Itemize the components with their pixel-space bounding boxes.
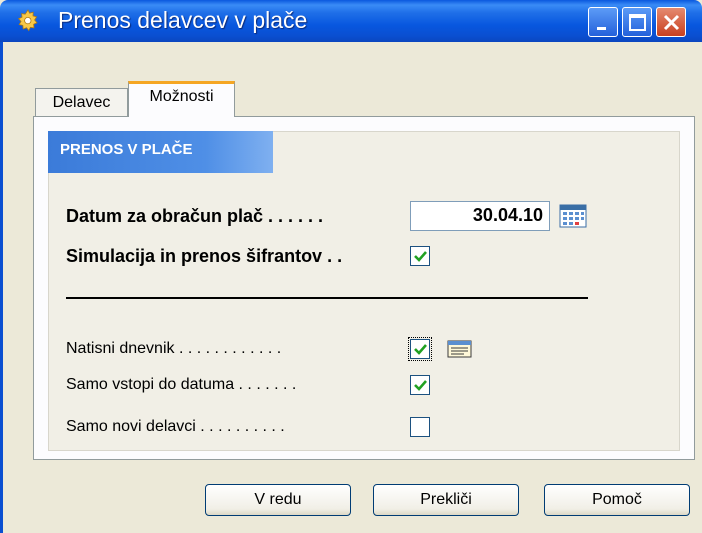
options-group: [48, 131, 680, 451]
help-button[interactable]: Pomoč: [544, 484, 690, 516]
simulation-label: Simulacija in prenos šifrantov . .: [66, 246, 343, 266]
cancel-button[interactable]: Prekliči: [373, 484, 519, 516]
tab-moznosti[interactable]: Možnosti: [128, 81, 235, 117]
date-input[interactable]: 30.04.10: [410, 201, 550, 231]
only-new-workers-label: Samo novi delavci . . . . . . . . . .: [66, 418, 285, 435]
calendar-icon[interactable]: [559, 203, 587, 229]
title-bar[interactable]: Prenos delavcev v plače: [0, 0, 702, 42]
close-icon: [663, 14, 680, 31]
simulation-checkbox[interactable]: [410, 246, 430, 266]
maximize-icon: [629, 14, 646, 31]
separator-line: [66, 297, 588, 299]
maximize-button[interactable]: [622, 7, 652, 37]
report-icon[interactable]: [446, 338, 474, 360]
window-title: Prenos delavcev v plače: [58, 7, 308, 33]
only-entries-label: Samo vstopi do datuma . . . . . . .: [66, 376, 297, 393]
only-entries-checkbox[interactable]: [410, 375, 430, 395]
close-button[interactable]: [656, 7, 686, 37]
tab-delavec[interactable]: Delavec: [35, 88, 128, 116]
checkmark-icon: [414, 251, 427, 262]
dialog-window: Prenos delavcev v plače Delavec Možnosti…: [0, 0, 702, 533]
section-header: PRENOS V PLAČE: [48, 131, 273, 173]
print-log-label: Natisni dnevnik . . . . . . . . . . . .: [66, 340, 282, 357]
date-label: Datum za obračun plač . . . . . .: [66, 206, 324, 226]
checkmark-icon: [414, 380, 427, 391]
minimize-button[interactable]: [588, 7, 618, 37]
checkmark-icon: [414, 344, 427, 355]
gear-icon: [17, 9, 38, 32]
print-log-checkbox[interactable]: [408, 337, 432, 361]
ok-button[interactable]: V redu: [205, 484, 351, 516]
minimize-icon: [597, 27, 606, 30]
window-frame-left: [0, 42, 3, 533]
only-new-workers-checkbox[interactable]: [410, 417, 430, 437]
